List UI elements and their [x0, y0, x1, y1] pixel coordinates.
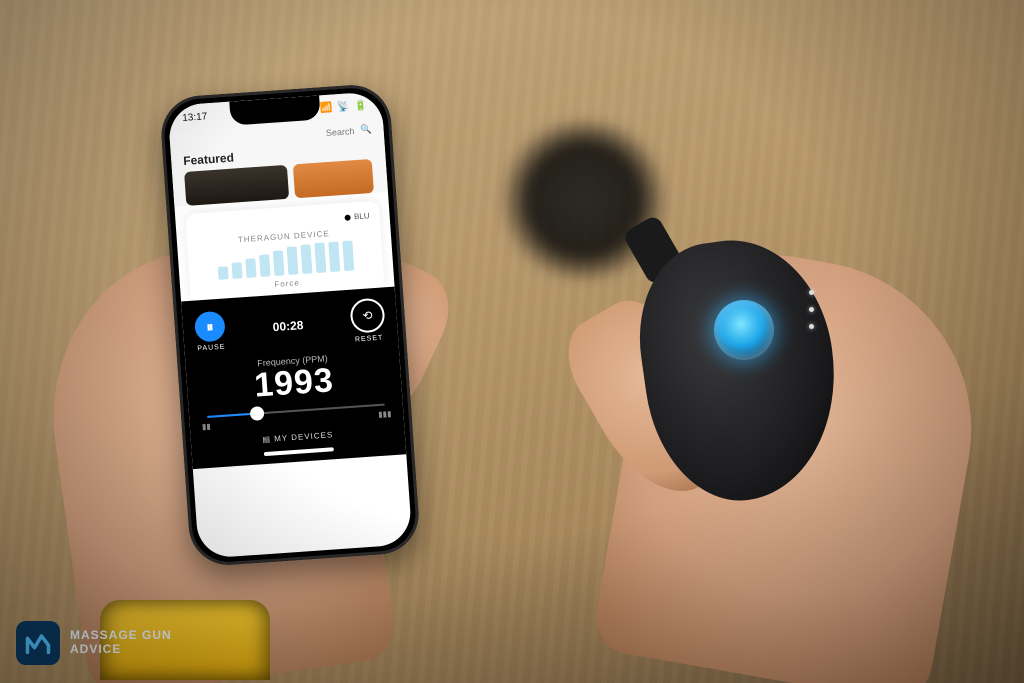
product-photo-scene: 13:17 📶 📡 🔋 Search 🔍 Featured BLU	[0, 0, 1024, 683]
vignette	[0, 0, 1024, 683]
